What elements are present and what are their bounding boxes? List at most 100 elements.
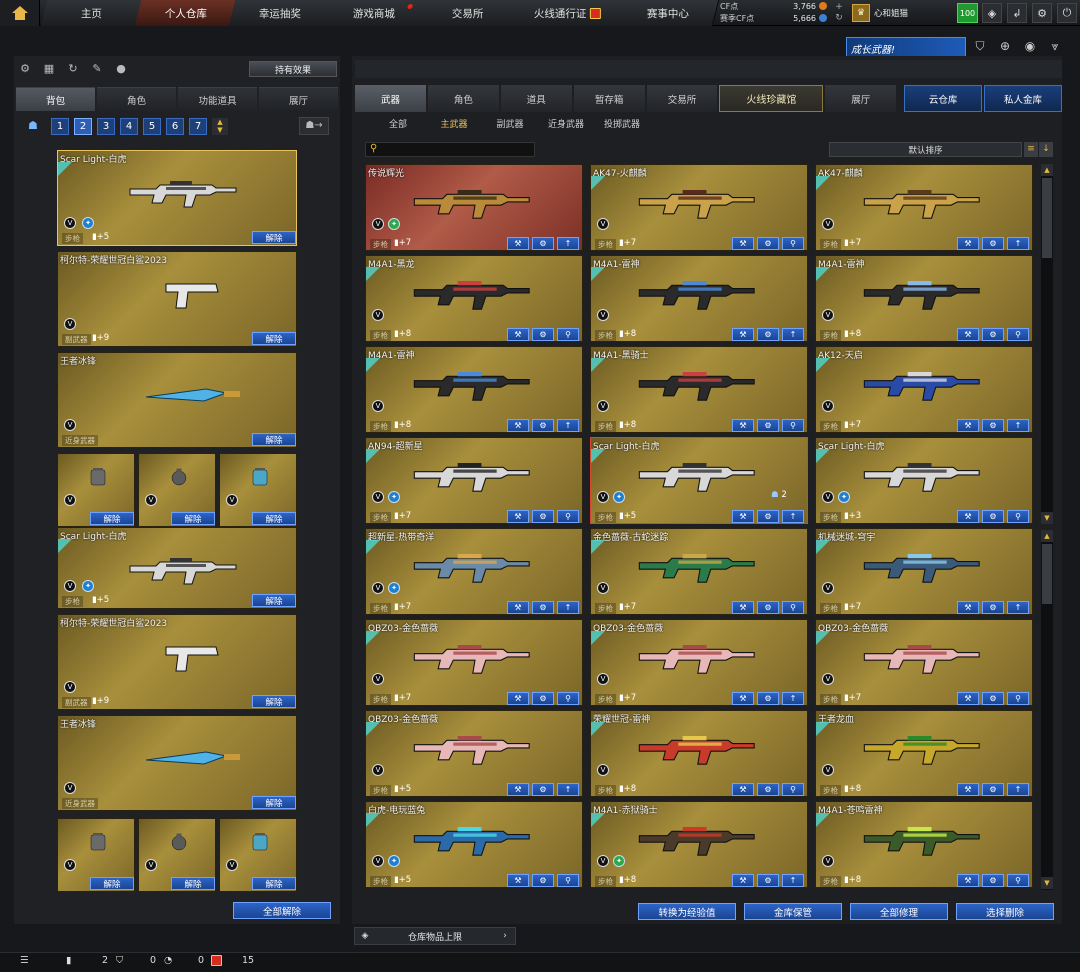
enhance-icon[interactable]: ⚒ [732, 874, 754, 887]
tab-collection-hall[interactable]: 火线珍藏馆 [719, 85, 824, 112]
remove-button[interactable]: 解除 [252, 796, 296, 809]
tab-showroom-right[interactable]: 展厅 [825, 85, 897, 112]
gear-icon[interactable]: ⚙ [982, 692, 1004, 705]
gear-icon[interactable]: ⚙ [757, 783, 779, 796]
throwable-slot[interactable]: V 解除 [219, 453, 297, 527]
tab-temp-box[interactable]: 暂存箱 [573, 85, 645, 112]
upgrade-arrow-icon[interactable]: ↑ [1007, 419, 1029, 432]
weapon-card[interactable]: 传说辉光 V ✦ 步枪 ▮+7 ⚒ ⚙ ↑ [365, 164, 583, 251]
remove-button[interactable]: 解除 [252, 231, 296, 244]
weapon-card[interactable]: M4A1-苍鸣雷神 V 步枪 ▮+8 ⚒ ⚙ ⚲ [815, 801, 1033, 888]
list-view-icon[interactable]: ≡ [1024, 142, 1038, 157]
gear-icon[interactable]: ⚙ [532, 419, 554, 432]
magnify-icon[interactable]: ⚲ [557, 510, 579, 523]
refresh-cf-icon[interactable]: ↻ [834, 13, 844, 24]
scroll-thumb-lower[interactable] [1042, 544, 1052, 604]
page-7[interactable]: 7 [189, 117, 207, 135]
remove-button[interactable]: 解除 [252, 433, 296, 446]
page-4[interactable]: 4 [120, 117, 138, 135]
gear-icon[interactable]: ⚙ [532, 328, 554, 341]
gear-icon[interactable]: ⚙ [982, 510, 1004, 523]
remove-button[interactable]: 解除 [171, 877, 215, 890]
gear-icon[interactable]: ⚙ [532, 692, 554, 705]
weapon-card[interactable]: M4A1-雷神 V 步枪 ▮+8 ⚒ ⚙ ⚲ [815, 255, 1033, 342]
search-input[interactable]: ⚲ [365, 142, 535, 157]
nav-tab-shop[interactable]: 游戏商城 [322, 0, 426, 26]
page-3[interactable]: 3 [97, 117, 115, 135]
tab-exchange[interactable]: 交易所 [646, 85, 718, 112]
scroll-up-arrow[interactable]: ▲ [1041, 164, 1053, 176]
enhance-icon[interactable]: ⚒ [507, 601, 529, 614]
nav-tab-lucky-draw[interactable]: 幸运抽奖 [228, 0, 332, 26]
tab-character[interactable]: 角色 [97, 87, 176, 111]
magnify-icon[interactable]: ⚲ [782, 419, 804, 432]
convert-exp-button[interactable]: 转换为经验值 [638, 903, 736, 920]
weapon-card[interactable]: QBZ03-金色蔷薇 V 步枪 ▮+7 ⚒ ⚙ ↑ [590, 619, 808, 706]
nav-tab-personal-storage[interactable]: 个人仓库 [134, 0, 238, 26]
add-cf-icon[interactable]: + [834, 2, 844, 13]
upgrade-arrow-icon[interactable]: ↑ [782, 328, 804, 341]
enhance-icon[interactable]: ⚒ [507, 419, 529, 432]
subtab-melee[interactable]: 近身武器 [538, 117, 594, 130]
weapon-card[interactable]: M4A1-雷神 V 步枪 ▮+8 ⚒ ⚙ ↑ [590, 255, 808, 342]
gear-icon[interactable]: ⚙ [982, 328, 1004, 341]
enhance-icon[interactable]: ⚒ [732, 783, 754, 796]
weapon-card[interactable]: QBZ03-金色蔷薇 V 步枪 ▮+7 ⚒ ⚙ ⚲ [365, 619, 583, 706]
weapon-card[interactable]: 机械迷城-穹宇 V 步枪 ▮+7 ⚒ ⚙ ↑ [815, 528, 1033, 615]
subtab-primary[interactable]: 主武器 [426, 117, 482, 130]
upgrade-arrow-icon[interactable]: ↑ [1007, 783, 1029, 796]
page-2[interactable]: 2 [74, 117, 92, 135]
page-5[interactable]: 5 [143, 117, 161, 135]
nav-tab-exchange[interactable]: 交易所 [416, 0, 520, 26]
subtab-throwing[interactable]: 投掷武器 [594, 117, 650, 130]
weapon-card[interactable]: AK47-麒麟 V 步枪 ▮+7 ⚒ ⚙ ↑ [815, 164, 1033, 251]
storage-limit[interactable]: ◈ 仓库物品上限 › [354, 927, 516, 945]
gear-icon[interactable]: ⚙ [757, 510, 779, 523]
remove-button[interactable]: 解除 [90, 512, 134, 525]
gear-icon[interactable]: ⚙ [532, 510, 554, 523]
enhance-icon[interactable]: ⚒ [507, 692, 529, 705]
weapon-card[interactable]: AN94-超新星 V ✦ 步枪 ▮+7 ⚒ ⚙ ⚲ [365, 437, 583, 524]
nav-tab-battle-pass[interactable]: 火线通行证 [510, 0, 626, 26]
gear-icon[interactable]: ⚙ [532, 601, 554, 614]
upgrade-arrow-icon[interactable]: ↑ [782, 874, 804, 887]
weapon-card[interactable]: Scar Light-白虎 V ✦ 步枪 ▮+5 ⚒ ⚙ ↑ ☗ 2 [590, 437, 808, 524]
subtab-all[interactable]: 全部 [370, 117, 426, 130]
shield-icon[interactable]: ⛉ [972, 39, 988, 55]
weapon-card[interactable]: 金色蔷薇-古蛇迷踪 V 步枪 ▮+7 ⚒ ⚙ ⚲ [590, 528, 808, 615]
gear-icon[interactable]: ⚙ [532, 874, 554, 887]
gear-icon[interactable]: ⚙ [757, 874, 779, 887]
enhance-icon[interactable]: ⚒ [507, 510, 529, 523]
remove-all-button[interactable]: 全部解除 [233, 902, 331, 919]
crosshair-icon[interactable]: ⊕ [997, 39, 1013, 55]
magnify-icon[interactable]: ⚲ [557, 692, 579, 705]
chat-icon[interactable]: ◔ [164, 955, 172, 966]
gear-icon[interactable]: ⚙ [982, 419, 1004, 432]
page-stepper[interactable]: ▲ ▼ [212, 117, 228, 135]
weapon-card[interactable]: M4A1-黑骑士 V 步枪 ▮+8 ⚒ ⚙ ⚲ [590, 346, 808, 433]
enhance-icon[interactable]: ⚒ [957, 510, 979, 523]
upgrade-arrow-icon[interactable]: ↑ [1007, 237, 1029, 250]
enhance-icon[interactable]: ⚒ [957, 601, 979, 614]
magnify-icon[interactable]: ⚲ [1007, 692, 1029, 705]
gear-icon[interactable]: ⚙ [757, 692, 779, 705]
page-1[interactable]: 1 [51, 117, 69, 135]
enhance-icon[interactable]: ⚒ [957, 419, 979, 432]
gear-icon[interactable]: ⚙ [982, 874, 1004, 887]
gear-icon[interactable]: ⚙ [982, 237, 1004, 250]
rank-shield-icon[interactable]: ◈ [982, 3, 1002, 23]
profile[interactable]: ♛ 心和姐猫 [852, 2, 948, 24]
menu-icon[interactable]: ☰ [20, 955, 29, 966]
scroll-down-arrow-lower[interactable]: ▼ [1041, 877, 1053, 889]
enhance-icon[interactable]: ⚒ [732, 601, 754, 614]
enhance-icon[interactable]: ⚒ [732, 510, 754, 523]
remove-button[interactable]: 解除 [171, 512, 215, 525]
tab-cloud-storage[interactable]: 云仓库 [904, 85, 983, 112]
weapon-card[interactable]: 白虎-电玩蓝兔 V ✦ 步枪 ▮+5 ⚒ ⚙ ⚲ [365, 801, 583, 888]
nav-tab-events[interactable]: 赛事中心 [616, 0, 720, 26]
repair-all-button[interactable]: 全部修理 [850, 903, 948, 920]
remove-button[interactable]: 解除 [252, 512, 296, 525]
vault-store-button[interactable]: 金库保管 [744, 903, 842, 920]
tab-backpack[interactable]: 背包 [16, 87, 95, 111]
upgrade-arrow-icon[interactable]: ↑ [1007, 601, 1029, 614]
